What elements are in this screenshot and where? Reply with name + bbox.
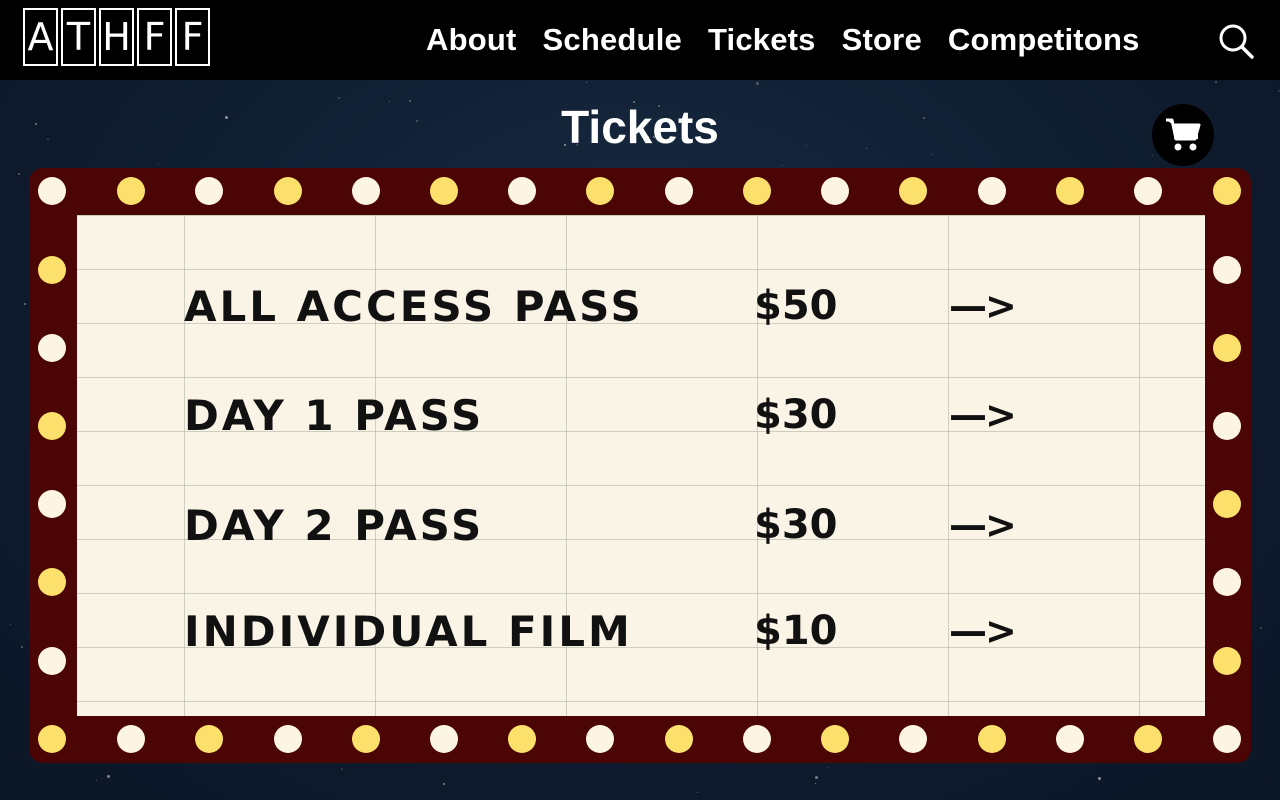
marquee-bulb — [1213, 177, 1241, 205]
marquee-bulb — [38, 647, 66, 675]
nav-link-schedule[interactable]: Schedule — [543, 18, 682, 62]
marquee-bulb — [195, 177, 223, 205]
nav-link-competitions[interactable]: Competitons — [948, 18, 1140, 62]
marquee-bulb — [899, 177, 927, 205]
marquee-bulb — [38, 568, 66, 596]
ticket-row-individual-film[interactable]: INDIVIDUAL FILM $10 —> — [184, 601, 1084, 661]
marquee-bulb — [1213, 647, 1241, 675]
ticket-price: $30 — [754, 502, 838, 548]
main-nav: About Schedule Tickets Store Competitons — [426, 18, 1140, 62]
marquee-bulb — [586, 177, 614, 205]
logo-letter: F — [137, 8, 172, 66]
logo-letter: T — [61, 8, 96, 66]
marquee-bulb — [1056, 725, 1084, 753]
marquee-bulb — [978, 177, 1006, 205]
ticket-board: ALL ACCESS PASS $50 —> DAY 1 PASS $30 —>… — [77, 215, 1205, 716]
marquee-bulb — [665, 177, 693, 205]
marquee-bulb — [1213, 334, 1241, 362]
marquee-bulb — [195, 725, 223, 753]
ticket-row-day-2[interactable]: DAY 2 PASS $30 —> — [184, 495, 1084, 555]
ticket-name: INDIVIDUAL FILM — [184, 606, 633, 656]
ticket-name: ALL ACCESS PASS — [184, 281, 644, 331]
marquee-bulb — [1134, 177, 1162, 205]
ticket-row-day-1[interactable]: DAY 1 PASS $30 —> — [184, 385, 1084, 445]
marquee-bulb — [1213, 725, 1241, 753]
logo-letter: A — [23, 8, 58, 66]
marquee-bulb — [665, 725, 693, 753]
marquee-bulb — [586, 725, 614, 753]
marquee-bulb — [1213, 490, 1241, 518]
marquee-bulb — [38, 177, 66, 205]
ticket-row-all-access[interactable]: ALL ACCESS PASS $50 —> — [184, 276, 1084, 336]
shopping-cart-icon — [1166, 118, 1201, 151]
marquee-bulb — [38, 334, 66, 362]
marquee-bulb — [821, 177, 849, 205]
marquee-bulb — [1056, 177, 1084, 205]
marquee-bulb — [38, 725, 66, 753]
search-icon[interactable] — [1217, 22, 1255, 60]
marquee-bulb — [508, 177, 536, 205]
marquee-bulb — [821, 725, 849, 753]
marquee-bulb — [274, 177, 302, 205]
ticket-price: $10 — [754, 608, 838, 654]
arrow-icon[interactable]: —> — [949, 609, 1017, 653]
marquee-bulb — [430, 177, 458, 205]
ticket-price: $50 — [754, 283, 838, 329]
ticket-price: $30 — [754, 392, 838, 438]
marquee-bulb — [38, 256, 66, 284]
arrow-icon[interactable]: —> — [949, 503, 1017, 547]
ticket-name: DAY 2 PASS — [184, 500, 485, 550]
arrow-icon[interactable]: —> — [949, 393, 1017, 437]
nav-link-store[interactable]: Store — [842, 18, 922, 62]
page-title: Tickets — [561, 101, 719, 153]
marquee-bulb — [1213, 256, 1241, 284]
marquee-bulb — [352, 177, 380, 205]
marquee-bulb — [743, 725, 771, 753]
marquee-bulb — [38, 490, 66, 518]
nav-link-about[interactable]: About — [426, 18, 517, 62]
marquee-bulb — [274, 725, 302, 753]
site-logo[interactable]: A T H F F — [23, 8, 210, 66]
marquee-bulb — [508, 725, 536, 753]
top-navigation-bar: A T H F F About Schedule Tickets Store C… — [0, 0, 1280, 80]
marquee-bulb — [1213, 568, 1241, 596]
marquee-bulb — [1134, 725, 1162, 753]
marquee-bulb — [1213, 412, 1241, 440]
marquee-bulb — [978, 725, 1006, 753]
logo-letter: F — [175, 8, 210, 66]
logo-letter: H — [99, 8, 134, 66]
marquee-bulb — [899, 725, 927, 753]
marquee-bulb — [117, 177, 145, 205]
marquee-bulb — [117, 725, 145, 753]
ticket-name: DAY 1 PASS — [184, 390, 485, 440]
marquee-bulb — [352, 725, 380, 753]
marquee-bulb — [38, 412, 66, 440]
nav-link-tickets[interactable]: Tickets — [708, 18, 816, 62]
arrow-icon[interactable]: —> — [949, 284, 1017, 328]
marquee-bulb — [430, 725, 458, 753]
marquee-bulb — [743, 177, 771, 205]
cart-button[interactable] — [1152, 104, 1214, 166]
